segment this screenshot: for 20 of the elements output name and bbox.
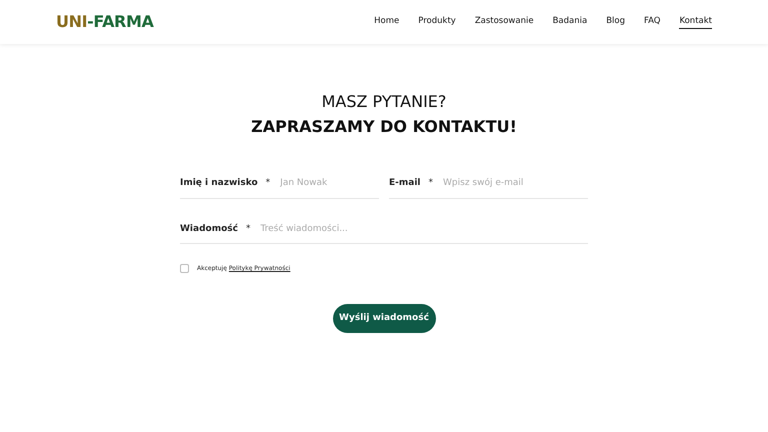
nav-link[interactable]: Produkty — [418, 14, 456, 30]
nav-link[interactable]: Home — [374, 14, 400, 30]
field-label: Imię i nazwisko — [180, 177, 258, 190]
nav-link[interactable]: Badania — [552, 14, 588, 30]
heading: ZAPRASZAMY DO KONTAKTU! — [251, 117, 517, 137]
send-button[interactable]: Wyślij wiadomość — [332, 304, 436, 333]
nav-link[interactable]: Blog — [606, 14, 625, 30]
required-mark: * — [246, 222, 250, 236]
nav-link[interactable]: FAQ — [644, 14, 660, 30]
field-label: Wiadomość — [180, 222, 238, 236]
input-field[interactable]: Wpisz swój e-mail — [443, 177, 588, 190]
heading: MASZ PYTANIE? — [322, 92, 446, 112]
checkbox[interactable] — [180, 264, 189, 273]
nav-link[interactable]: Zastosowanie — [474, 14, 534, 30]
input-field[interactable]: Treść wiadomości... — [260, 222, 588, 236]
required-mark: * — [428, 177, 434, 190]
field-label: E-mail — [389, 177, 421, 190]
logo[interactable]: UNI-FARMA — [56, 10, 154, 34]
nav-link[interactable]: Kontakt — [679, 14, 712, 30]
required-mark: * — [266, 177, 270, 190]
